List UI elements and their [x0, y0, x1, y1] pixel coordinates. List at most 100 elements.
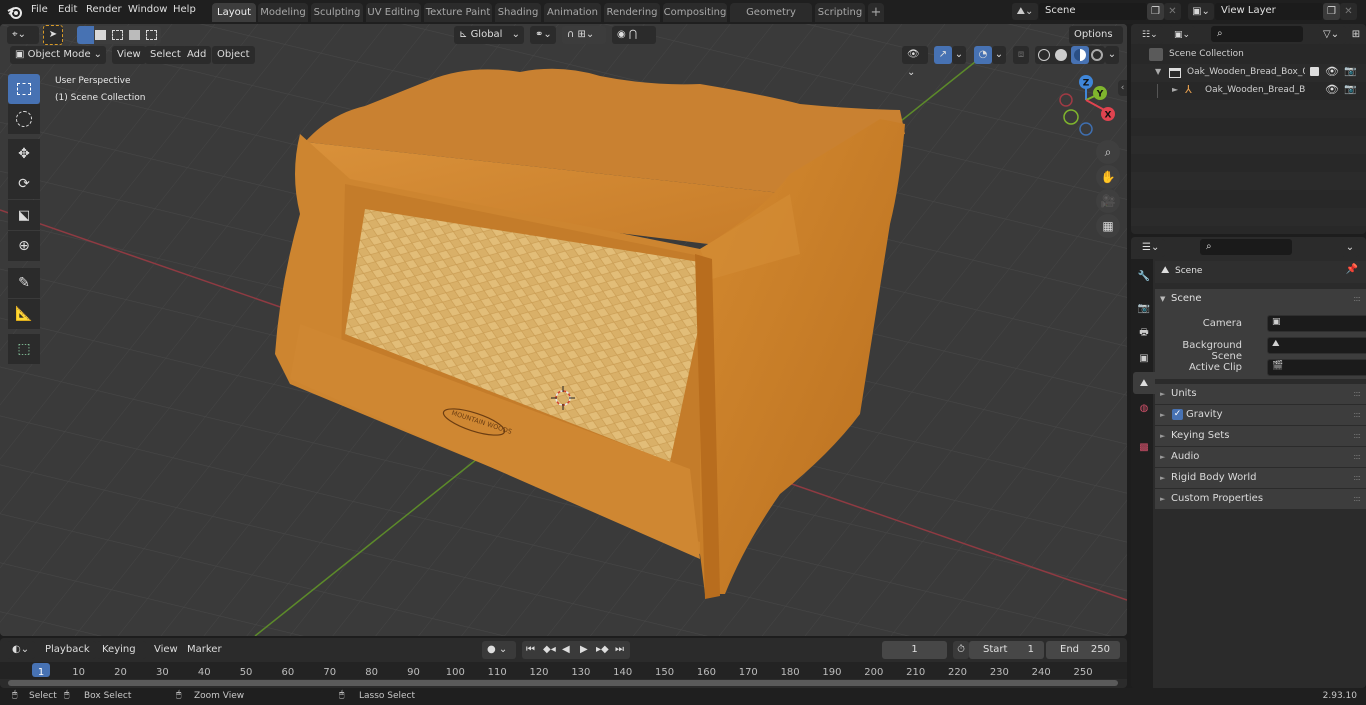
- tool-move[interactable]: ✥: [8, 139, 40, 169]
- new-view-layer-button[interactable]: ❐: [1323, 3, 1340, 20]
- tool-rotate[interactable]: ⟳: [8, 169, 40, 199]
- tool-add-cube[interactable]: ⬚: [8, 334, 40, 364]
- gravity-checkbox[interactable]: ✓: [1172, 409, 1183, 420]
- scene-name-field[interactable]: Scene: [1039, 3, 1147, 20]
- menu-view[interactable]: View: [112, 46, 146, 64]
- menu-select[interactable]: Select: [145, 46, 186, 64]
- background-scene-field[interactable]: ⛰: [1267, 337, 1366, 354]
- timeline-menu-marker[interactable]: Marker: [182, 641, 227, 659]
- play-reverse-icon[interactable]: ◀: [562, 641, 570, 659]
- tab-sculpting[interactable]: Sculpting: [311, 3, 363, 22]
- pin-icon[interactable]: 📌: [1346, 264, 1358, 275]
- options-dropdown[interactable]: Options ⌄: [1069, 26, 1123, 58]
- auto-keying-toggle[interactable]: ● ⌄: [482, 641, 516, 659]
- play-icon[interactable]: ▶: [580, 641, 588, 659]
- panel-gravity[interactable]: ► ✓ Gravity ::::: [1155, 405, 1366, 425]
- delete-view-layer-button[interactable]: ✕: [1340, 3, 1357, 20]
- menu-window[interactable]: Window: [128, 4, 167, 15]
- select-invert-icon[interactable]: [129, 30, 140, 40]
- drag-grip-icon[interactable]: ::::: [1353, 384, 1361, 404]
- timeline-editor-type[interactable]: ◐⌄: [7, 641, 35, 659]
- snap-toggle[interactable]: ∩ ⊞⌄: [562, 26, 606, 44]
- render-camera-icon[interactable]: 📷: [1344, 66, 1356, 77]
- gizmo-dropdown[interactable]: ⌄: [952, 46, 966, 64]
- select-tweak-tool[interactable]: ➤: [43, 25, 63, 45]
- end-frame-field[interactable]: End 250: [1046, 641, 1120, 659]
- tool-select-box[interactable]: [8, 74, 40, 104]
- tool-cursor[interactable]: [8, 104, 40, 134]
- rendered-shading-icon[interactable]: [1091, 49, 1103, 61]
- tab-uv-editing[interactable]: UV Editing: [366, 3, 421, 22]
- select-intersect-icon[interactable]: [146, 30, 157, 40]
- tab-modeling[interactable]: Modeling: [258, 3, 308, 22]
- select-subtract-icon[interactable]: [112, 30, 123, 40]
- select-new-icon[interactable]: [77, 26, 94, 44]
- overlays-toggle[interactable]: ◔: [974, 46, 992, 64]
- drag-grip-icon[interactable]: ::::: [1353, 289, 1361, 309]
- panel-custom-properties[interactable]: ► Custom Properties ::::: [1155, 489, 1366, 509]
- view-layer-field[interactable]: View Layer: [1215, 3, 1323, 20]
- display-mode-dropdown[interactable]: ▣⌄: [1169, 26, 1195, 44]
- drag-grip-icon[interactable]: ::::: [1353, 468, 1361, 488]
- tool-scale[interactable]: ⬕: [8, 200, 40, 230]
- neg-z-axis-icon[interactable]: [1079, 122, 1093, 136]
- menu-render[interactable]: Render: [86, 4, 122, 15]
- panel-scene-header[interactable]: ▼ Scene ::::: [1155, 289, 1366, 309]
- menu-help[interactable]: Help: [173, 4, 196, 15]
- outliner-row-object[interactable]: ► ⅄ Oak_Wooden_Bread_Bo: 👁 📷: [1131, 82, 1366, 100]
- 3d-viewport[interactable]: MOUNTAIN WOODS ⌖⌄ ➤ ▣ Object Mode ⌄ View …: [0, 24, 1127, 636]
- solid-shading-icon[interactable]: [1055, 49, 1067, 61]
- zoom-view-button[interactable]: ⌕: [1096, 140, 1120, 164]
- neg-y-axis-icon[interactable]: [1063, 109, 1079, 125]
- properties-editor-type[interactable]: ☰⌄: [1137, 239, 1165, 257]
- tab-layout[interactable]: Layout: [212, 3, 256, 22]
- tab-texture-paint[interactable]: Texture Paint: [424, 3, 492, 22]
- expand-arrow-icon[interactable]: ►: [1172, 85, 1178, 94]
- outliner-editor-type[interactable]: ☷⌄: [1137, 26, 1163, 44]
- menu-add[interactable]: Add: [182, 46, 212, 64]
- material-preview-shading-icon[interactable]: [1071, 46, 1089, 64]
- new-collection-button[interactable]: ⊞: [1348, 26, 1364, 44]
- properties-options-dropdown[interactable]: ⌄: [1341, 239, 1359, 257]
- camera-view-button[interactable]: 🎥: [1096, 189, 1120, 213]
- wireframe-shading-icon[interactable]: [1038, 49, 1050, 61]
- tab-scene[interactable]: ⛰: [1133, 372, 1155, 394]
- preview-range-toggle[interactable]: ⏱: [953, 641, 969, 659]
- add-workspace-button[interactable]: +: [868, 3, 884, 22]
- xray-toggle[interactable]: ⧈: [1013, 46, 1029, 64]
- tab-output[interactable]: 🖶: [1133, 322, 1155, 344]
- outliner-row-collection[interactable]: ▼ Oak_Wooden_Bread_Box_00 👁 📷: [1131, 64, 1366, 82]
- menu-edit[interactable]: Edit: [58, 4, 77, 15]
- pan-view-button[interactable]: ✋: [1096, 165, 1120, 189]
- shading-dropdown[interactable]: ⌄: [1105, 46, 1119, 64]
- tool-measure[interactable]: 📐: [8, 299, 40, 329]
- timeline-scrollbar[interactable]: [8, 680, 1118, 686]
- drag-grip-icon[interactable]: ::::: [1353, 426, 1361, 446]
- new-scene-button[interactable]: ❐: [1147, 3, 1164, 20]
- drag-grip-icon[interactable]: ::::: [1353, 489, 1361, 509]
- gizmo-toggle[interactable]: ↗: [934, 46, 952, 64]
- expand-arrow-icon[interactable]: ▼: [1155, 67, 1161, 76]
- timeline-menu-view[interactable]: View: [149, 641, 183, 659]
- scene-selector[interactable]: ⛰⌄: [1012, 3, 1038, 20]
- tab-geometry-nodes[interactable]: Geometry Nodes: [730, 3, 812, 37]
- filter-dropdown[interactable]: ▽⌄: [1318, 26, 1346, 44]
- render-camera-icon[interactable]: 📷: [1344, 84, 1356, 95]
- proportional-edit[interactable]: ◉ ⋂: [612, 26, 656, 44]
- properties-search-input[interactable]: ⌕: [1200, 239, 1292, 255]
- jump-start-icon[interactable]: ⏮: [526, 641, 535, 659]
- menu-file[interactable]: File: [31, 4, 48, 15]
- panel-keying-sets[interactable]: ► Keying Sets ::::: [1155, 426, 1366, 446]
- visibility-dropdown[interactable]: 👁⌄: [902, 46, 928, 78]
- panel-audio[interactable]: ► Audio ::::: [1155, 447, 1366, 467]
- tab-scripting[interactable]: Scripting: [815, 3, 865, 22]
- menu-object[interactable]: Object: [212, 46, 255, 64]
- tool-transform[interactable]: ⊕: [8, 231, 40, 261]
- outliner-row-scene-collection[interactable]: Scene Collection: [1131, 46, 1366, 64]
- sidebar-toggle[interactable]: ‹: [1118, 80, 1127, 96]
- tab-render[interactable]: 📷: [1133, 297, 1155, 319]
- tool-annotate[interactable]: ✎: [8, 268, 40, 298]
- exclude-checkbox[interactable]: [1310, 67, 1319, 76]
- view-layer-selector[interactable]: ▣⌄: [1188, 3, 1214, 20]
- start-frame-field[interactable]: Start 1: [969, 641, 1044, 659]
